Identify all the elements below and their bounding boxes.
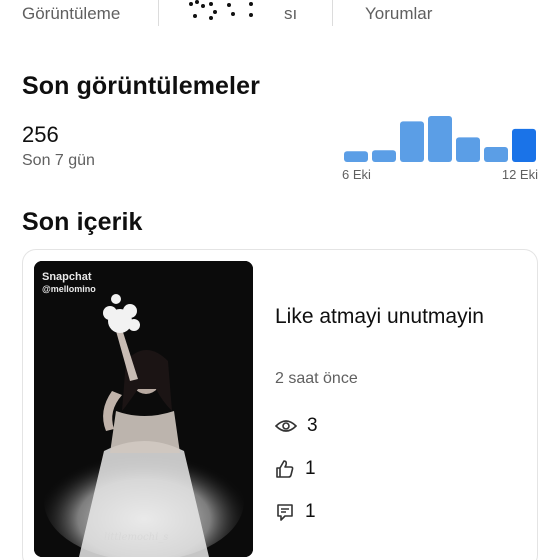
views-bar-6[interactable] [484, 147, 508, 162]
video-views-stat: 3 [275, 414, 318, 438]
thumbnail-signature: littlemochi_s [104, 532, 169, 543]
thumbnail-image [34, 261, 253, 557]
tab-views[interactable]: Görüntüleme [22, 4, 120, 24]
recent-content-card[interactable]: Snapchat @mellomino littlemochi_s Like a… [22, 249, 538, 560]
comments-value: 1 [305, 501, 316, 522]
views-bar-3[interactable] [400, 121, 424, 162]
views-bar-4[interactable] [428, 116, 452, 162]
thumbs-up-icon [276, 460, 294, 478]
recent-content-title: Son içerik [22, 208, 143, 236]
recent-views-title: Son görüntülemeler [22, 72, 260, 100]
video-likes-stat: 1 [275, 457, 316, 481]
tab-divider [332, 0, 333, 26]
video-comments-stat: 1 [275, 500, 316, 524]
views-bar-2[interactable] [372, 150, 396, 162]
video-title[interactable]: Like atmayi unutmayin [275, 302, 525, 332]
axis-label-start: 6 Eki [342, 167, 371, 182]
comment-icon [277, 504, 293, 521]
likes-value: 1 [305, 458, 316, 479]
tab-comments[interactable]: Yorumlar [365, 4, 432, 24]
views-bar-5[interactable] [456, 137, 480, 162]
video-thumbnail[interactable]: Snapchat @mellomino littlemochi_s [34, 261, 253, 557]
obscured-label-icon [189, 0, 253, 20]
axis-label-end: 12 Eki [502, 167, 538, 182]
views-bar-1[interactable] [344, 151, 368, 162]
eye-icon [275, 420, 297, 432]
views-period: Son 7 gün [22, 152, 95, 169]
views-bar-chart[interactable]: 6 Eki 12 Eki [340, 110, 540, 185]
stats-tab-strip: Görüntüleme sı Yorumlar [0, 0, 560, 30]
views-bar-7[interactable] [512, 128, 536, 162]
tab-subscribers[interactable]: sı [284, 4, 297, 24]
views-value: 3 [307, 415, 318, 436]
video-posted-time: 2 saat önce [275, 370, 358, 387]
thumbnail-watermark: Snapchat @mellomino [42, 271, 96, 294]
views-count: 256 [22, 122, 59, 147]
tab-divider [158, 0, 159, 26]
